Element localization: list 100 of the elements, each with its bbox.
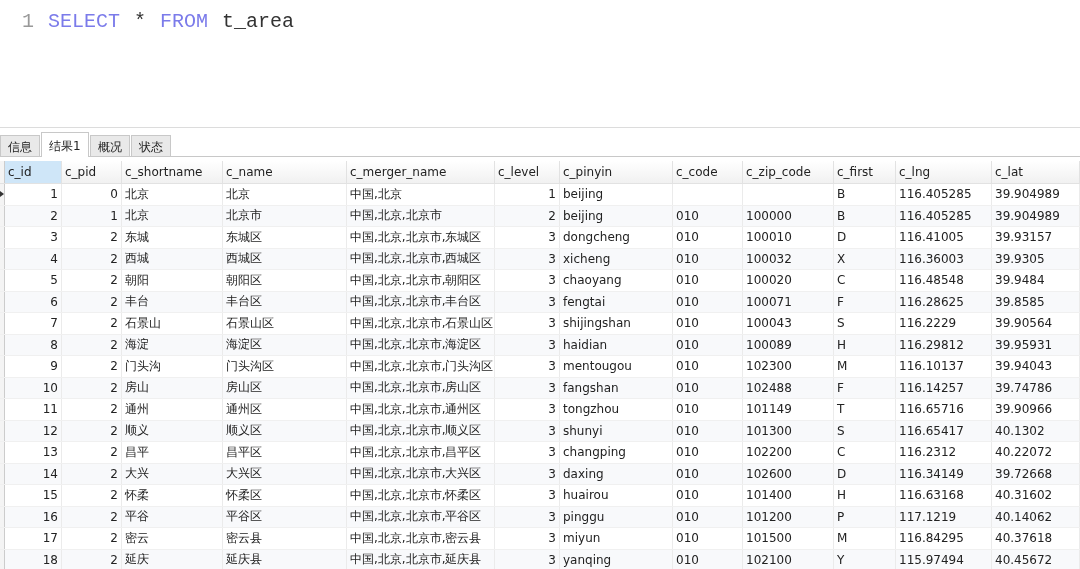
- table-cell: P: [837, 509, 845, 524]
- table-cell: 3: [548, 273, 556, 288]
- table-cell: C: [837, 273, 846, 288]
- table-cell: 1: [548, 187, 556, 202]
- table-cell: 海淀: [125, 336, 149, 354]
- table-cell: 3: [548, 294, 556, 309]
- table-cell: beijing: [563, 208, 604, 223]
- table-cell: 9: [50, 359, 58, 374]
- table-cell: 101400: [746, 488, 792, 503]
- table-cell: 116.2312: [899, 445, 957, 460]
- table-cell: 3: [548, 531, 556, 546]
- table-cell: 116.28625: [899, 294, 964, 309]
- table-cell: H: [837, 488, 847, 503]
- table-cell: 北京市: [226, 207, 262, 225]
- table-cell: 东城区: [226, 228, 262, 246]
- table-cell: dongcheng: [563, 230, 630, 245]
- column-header[interactable]: c_lat: [992, 161, 1080, 183]
- table-cell: 2: [110, 251, 118, 266]
- table-cell: 116.36003: [899, 251, 964, 266]
- column-header[interactable]: c_pid: [62, 161, 122, 183]
- table-cell: 2: [110, 337, 118, 352]
- table-cell: 中国,北京,北京市,大兴区: [350, 465, 482, 483]
- column-header[interactable]: c_shortname: [122, 161, 223, 183]
- table-cell: 2: [110, 488, 118, 503]
- column-header[interactable]: c_level: [495, 161, 560, 183]
- table-cell: 中国,北京,北京市,房山区: [350, 379, 482, 397]
- table-cell: 2: [110, 380, 118, 395]
- table-cell: 102488: [746, 380, 792, 395]
- table-cell: 门头沟: [125, 357, 161, 375]
- table-cell: 通州: [125, 400, 149, 418]
- column-header[interactable]: c_merger_name: [347, 161, 495, 183]
- column-header[interactable]: c_code: [673, 161, 743, 183]
- table-cell: 3: [548, 552, 556, 567]
- column-header[interactable]: c_zip_code: [743, 161, 834, 183]
- table-cell: 116.405285: [899, 208, 972, 223]
- table-cell: 朝阳区: [226, 271, 262, 289]
- table-cell: 102600: [746, 466, 792, 481]
- row-header[interactable]: [0, 184, 5, 205]
- table-cell: 116.10137: [899, 359, 964, 374]
- table-cell: 39.90966: [995, 402, 1053, 417]
- table-cell: 101149: [746, 402, 792, 417]
- table-cell: 中国,北京,北京市,西城区: [350, 250, 482, 268]
- column-header[interactable]: c_pinyin: [560, 161, 673, 183]
- table-cell: pinggu: [563, 509, 605, 524]
- result-tab[interactable]: 结果1: [41, 132, 89, 157]
- table-cell: fangshan: [563, 380, 619, 395]
- table-cell: 北京: [125, 185, 149, 203]
- table-cell: 13: [42, 445, 58, 460]
- table-cell: haidian: [563, 337, 608, 352]
- table-cell: 116.65417: [899, 423, 964, 438]
- table-cell: 1: [110, 208, 118, 223]
- table-cell: 8: [50, 337, 58, 352]
- table-cell: 010: [676, 445, 699, 460]
- table-cell: D: [837, 230, 847, 245]
- table-cell: 116.34149: [899, 466, 964, 481]
- table-cell: 010: [676, 251, 699, 266]
- table-cell: 1: [50, 187, 58, 202]
- table-cell: 010: [676, 359, 699, 374]
- table-cell: 3: [548, 466, 556, 481]
- table-cell: 116.14257: [899, 380, 964, 395]
- result-tab[interactable]: 状态: [130, 135, 171, 156]
- table-cell: 丰台区: [226, 293, 262, 311]
- table-cell: xicheng: [563, 251, 611, 266]
- result-tab[interactable]: 信息: [0, 135, 40, 156]
- table-cell: 顺义: [125, 422, 149, 440]
- table-cell: 010: [676, 337, 699, 352]
- table-cell: 010: [676, 230, 699, 245]
- table-cell: 密云: [125, 529, 149, 547]
- column-header[interactable]: c_first: [834, 161, 896, 183]
- table-cell: 116.63168: [899, 488, 964, 503]
- column-header[interactable]: c_name: [223, 161, 347, 183]
- table-cell: 3: [548, 380, 556, 395]
- table-cell: 116.2229: [899, 316, 957, 331]
- table-cell: 石景山: [125, 314, 161, 332]
- table-cell: 117.1219: [899, 509, 957, 524]
- column-header[interactable]: c_lng: [896, 161, 992, 183]
- column-header[interactable]: c_id: [5, 161, 62, 183]
- table-cell: 115.97494: [899, 552, 964, 567]
- table-cell: 2: [50, 208, 58, 223]
- table-cell: 中国,北京,北京市,海淀区: [350, 336, 482, 354]
- table-cell: 010: [676, 509, 699, 524]
- table-cell: 101300: [746, 423, 792, 438]
- result-tab[interactable]: 概况: [89, 135, 130, 156]
- table-cell: 100043: [746, 316, 792, 331]
- table-cell: 14: [42, 466, 58, 481]
- table-cell: 房山区: [226, 379, 262, 397]
- table-cell: 100032: [746, 251, 792, 266]
- table-cell: S: [837, 316, 845, 331]
- corner-header: [0, 161, 5, 183]
- table-cell: 39.904989: [995, 208, 1060, 223]
- table-cell: 39.93157: [995, 230, 1053, 245]
- table-cell: 昌平: [125, 443, 149, 461]
- table-cell: 2: [110, 466, 118, 481]
- sql-keyword: SELECT: [48, 9, 120, 33]
- table-cell: 16: [42, 509, 58, 524]
- table-cell: M: [837, 531, 848, 546]
- table-cell: 6: [50, 294, 58, 309]
- table-cell: miyun: [563, 531, 601, 546]
- table-cell: 中国,北京,北京市,怀柔区: [350, 486, 482, 504]
- table-cell: 0: [110, 187, 118, 202]
